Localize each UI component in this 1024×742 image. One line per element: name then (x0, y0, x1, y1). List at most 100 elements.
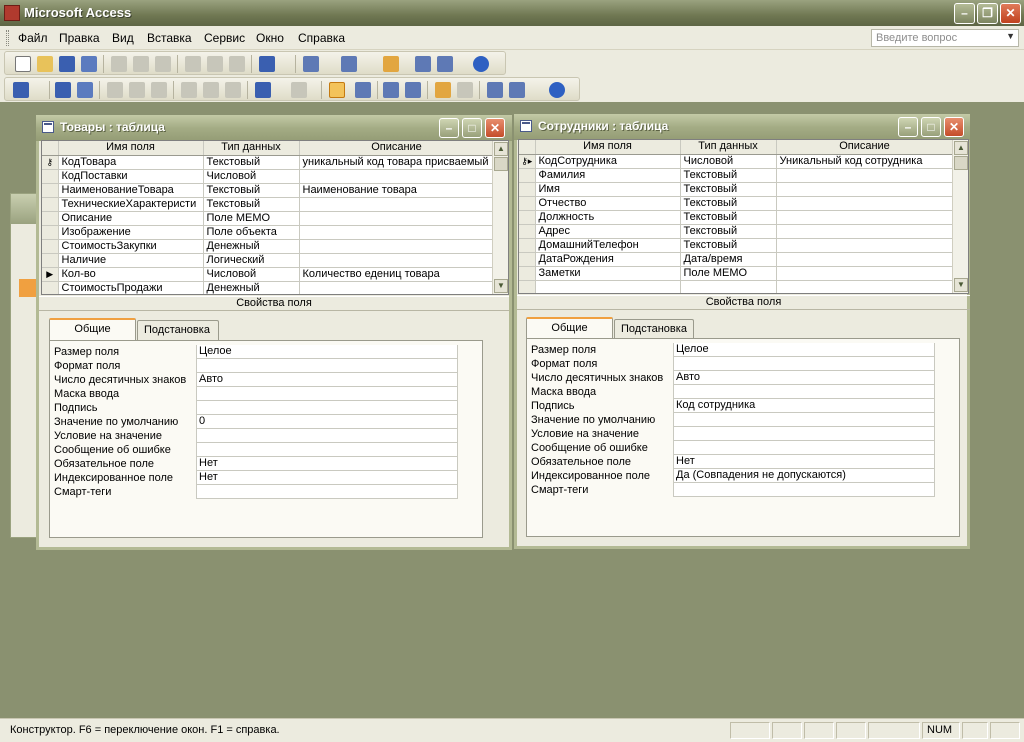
field-desc-cell[interactable] (776, 224, 954, 239)
copy-icon[interactable] (203, 82, 219, 98)
field-desc-cell[interactable] (776, 210, 954, 225)
scroll-down-icon[interactable]: ▼ (954, 278, 968, 292)
row-selector[interactable] (42, 281, 59, 294)
field-desc-cell[interactable] (299, 169, 495, 184)
row-selector[interactable] (519, 224, 536, 239)
field-desc-cell[interactable] (776, 238, 954, 253)
employees-close-button[interactable]: ✕ (944, 117, 964, 137)
field-type-cell[interactable]: Денежный (203, 239, 300, 254)
field-row[interactable]: Заметки Поле MEMO (519, 266, 954, 281)
redo-icon[interactable] (291, 82, 307, 98)
field-desc-cell[interactable] (299, 225, 495, 240)
row-selector[interactable] (519, 210, 536, 225)
field-row[interactable]: СтоимостьЗакупки Денежный (42, 239, 495, 254)
field-name-cell[interactable]: Отчество (535, 196, 681, 211)
minimize-button[interactable]: – (954, 3, 975, 24)
chevron-down-icon[interactable]: ▼ (1006, 31, 1015, 41)
scroll-thumb[interactable] (954, 156, 968, 170)
help-icon[interactable] (549, 82, 565, 98)
field-desc-cell[interactable]: Количество едениц товара (299, 267, 495, 282)
field-row[interactable]: Наличие Логический (42, 253, 495, 268)
property-value[interactable] (673, 385, 935, 399)
field-desc-cell[interactable]: уникальный код товара присваемый (299, 155, 495, 170)
row-selector[interactable] (519, 280, 536, 293)
field-row[interactable]: КодПоставки Числовой (42, 169, 495, 184)
field-type-cell[interactable]: Логический (203, 253, 300, 268)
field-name-cell[interactable]: КодПоставки (58, 169, 204, 184)
field-name-cell[interactable]: Фамилия (535, 168, 681, 183)
field-name-cell[interactable]: НаименованиеТовара (58, 183, 204, 198)
property-value[interactable] (673, 483, 935, 497)
search-file-icon[interactable] (77, 82, 93, 98)
field-row[interactable]: Отчество Текстовый (519, 196, 954, 211)
scroll-up-icon[interactable]: ▲ (494, 142, 508, 156)
field-desc-cell[interactable]: Уникальный код сотрудника (776, 154, 954, 169)
help-icon[interactable] (473, 56, 489, 72)
row-selector[interactable] (519, 252, 536, 267)
primary-key-icon[interactable]: ⚷ (42, 155, 59, 170)
office-links-icon[interactable] (303, 56, 319, 72)
property-value[interactable]: Целое (196, 345, 458, 359)
field-row[interactable]: Адрес Текстовый (519, 224, 954, 239)
menu-file[interactable]: Файл (18, 31, 48, 45)
row-selector[interactable] (42, 183, 59, 198)
view-icon[interactable] (13, 82, 29, 98)
delete-rows-icon[interactable] (405, 82, 421, 98)
field-type-cell[interactable]: Поле объекта (203, 225, 300, 240)
preview-icon[interactable] (133, 56, 149, 72)
field-name-cell[interactable]: ТехническиеХарактеристи (58, 197, 204, 212)
field-desc-cell[interactable] (776, 168, 954, 183)
property-value[interactable]: 0 (196, 415, 458, 429)
field-type-cell[interactable]: Числовой (203, 267, 300, 282)
field-row[interactable]: ТехническиеХарактеристи Текстовый (42, 197, 495, 212)
property-value[interactable] (196, 429, 458, 443)
row-selector[interactable] (42, 225, 59, 240)
property-value[interactable] (196, 387, 458, 401)
field-desc-cell[interactable] (776, 280, 954, 293)
row-selector[interactable] (519, 196, 536, 211)
field-row[interactable]: ⚷ КодТовара Текстовый уникальный код товара… (42, 155, 495, 170)
scroll-thumb[interactable] (494, 157, 508, 171)
analyze-icon[interactable] (341, 56, 357, 72)
menu-view[interactable]: Вид (112, 31, 134, 45)
field-name-cell[interactable]: ДатаРождения (535, 252, 681, 267)
field-row[interactable]: ▶ Кол-во Числовой Количество едениц товара (42, 267, 495, 282)
undo-icon[interactable] (255, 82, 271, 98)
cut-icon[interactable] (181, 82, 197, 98)
row-selector[interactable] (519, 182, 536, 197)
field-row[interactable] (519, 280, 954, 293)
new-object-icon[interactable] (509, 82, 525, 98)
field-type-cell[interactable]: Поле MEMO (680, 266, 777, 281)
field-desc-cell[interactable] (299, 239, 495, 254)
menu-help[interactable]: Справка (298, 31, 345, 45)
property-value[interactable]: Да (Совпадения не допускаются) (673, 469, 935, 483)
property-value[interactable]: Авто (673, 371, 935, 385)
primary-key-icon[interactable]: ⚷▸ (519, 154, 536, 169)
property-value[interactable] (196, 485, 458, 499)
field-type-cell[interactable]: Текстовый (680, 238, 777, 253)
field-name-cell[interactable]: Наличие (58, 253, 204, 268)
employees-maximize-button[interactable]: □ (921, 117, 941, 137)
field-desc-cell[interactable] (776, 182, 954, 197)
row-selector[interactable] (42, 253, 59, 268)
field-type-cell[interactable]: Текстовый (680, 196, 777, 211)
field-name-cell[interactable]: Имя (535, 182, 681, 197)
menu-tools[interactable]: Сервис (204, 31, 245, 45)
property-value[interactable] (196, 359, 458, 373)
field-type-cell[interactable]: Числовой (680, 154, 777, 169)
row-selector[interactable] (519, 168, 536, 183)
print-icon[interactable] (111, 56, 127, 72)
field-name-cell[interactable]: СтоимостьПродажи (58, 281, 204, 294)
tab-lookup[interactable]: Подстановка (614, 319, 694, 339)
employees-minimize-button[interactable]: – (898, 117, 918, 137)
field-desc-cell[interactable] (299, 281, 495, 294)
field-row[interactable]: ⚷▸ КодСотрудника Числовой Уникальный код со… (519, 154, 954, 169)
property-value[interactable] (196, 443, 458, 457)
field-name-cell[interactable]: Описание (58, 211, 204, 226)
row-selector[interactable] (42, 169, 59, 184)
field-type-cell[interactable] (680, 280, 777, 293)
field-name-cell[interactable]: СтоимостьЗакупки (58, 239, 204, 254)
close-button[interactable]: ✕ (1000, 3, 1021, 24)
field-row[interactable]: Изображение Поле объекта (42, 225, 495, 240)
field-desc-cell[interactable] (299, 253, 495, 268)
